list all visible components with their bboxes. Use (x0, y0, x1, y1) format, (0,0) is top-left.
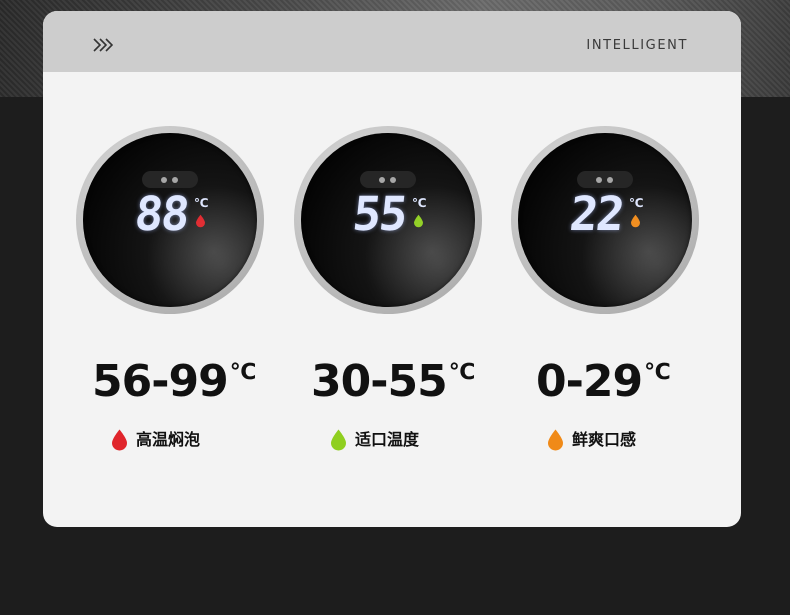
dial-face: 55 ℃ (301, 133, 475, 307)
range-unit: ℃ (448, 360, 476, 385)
temp-range-low: 0-29℃ (536, 360, 671, 404)
caption-label: 鲜爽口感 (572, 430, 637, 449)
drop-icon (196, 214, 205, 228)
dial-mid-temp: 55 ℃ (294, 126, 482, 314)
lcd-temperature: 22 (567, 187, 626, 242)
drop-icon (414, 214, 423, 228)
sensor-strip (360, 171, 416, 188)
temp-range-mid: 30-55℃ (311, 360, 475, 404)
range-unit: ℃ (229, 360, 257, 385)
triple-chevron-right-icon (93, 38, 113, 52)
range-value: 30-55 (311, 356, 448, 407)
dial-high-temp: 88 ℃ (76, 126, 264, 314)
lcd-unit: ℃ (194, 196, 209, 210)
sensor-strip (577, 171, 633, 188)
caption-label: 高温焖泡 (136, 430, 201, 449)
lcd-temperature: 55 (350, 187, 409, 242)
dial-face: 22 ℃ (518, 133, 692, 307)
lcd-unit: ℃ (629, 196, 644, 210)
header-title: INTELLIGENT (586, 38, 688, 53)
caption-high: 高温焖泡 (112, 426, 200, 454)
drop-icon (331, 429, 346, 450)
dial-low-temp: 22 ℃ (511, 126, 699, 314)
drop-icon (548, 429, 563, 450)
range-value: 56-99 (92, 356, 229, 407)
caption-low: 鲜爽口感 (548, 426, 636, 454)
lcd-temperature: 88 (132, 187, 191, 242)
sensor-strip (142, 171, 198, 188)
range-value: 0-29 (536, 356, 643, 407)
temp-range-high: 56-99℃ (92, 360, 256, 404)
card-header: INTELLIGENT (43, 11, 741, 72)
dial-face: 88 ℃ (83, 133, 257, 307)
drop-icon (112, 429, 127, 450)
caption-mid: 适口温度 (331, 426, 419, 454)
caption-label: 适口温度 (355, 430, 420, 449)
drop-icon (631, 214, 640, 228)
lcd-unit: ℃ (412, 196, 427, 210)
range-unit: ℃ (644, 360, 671, 385)
